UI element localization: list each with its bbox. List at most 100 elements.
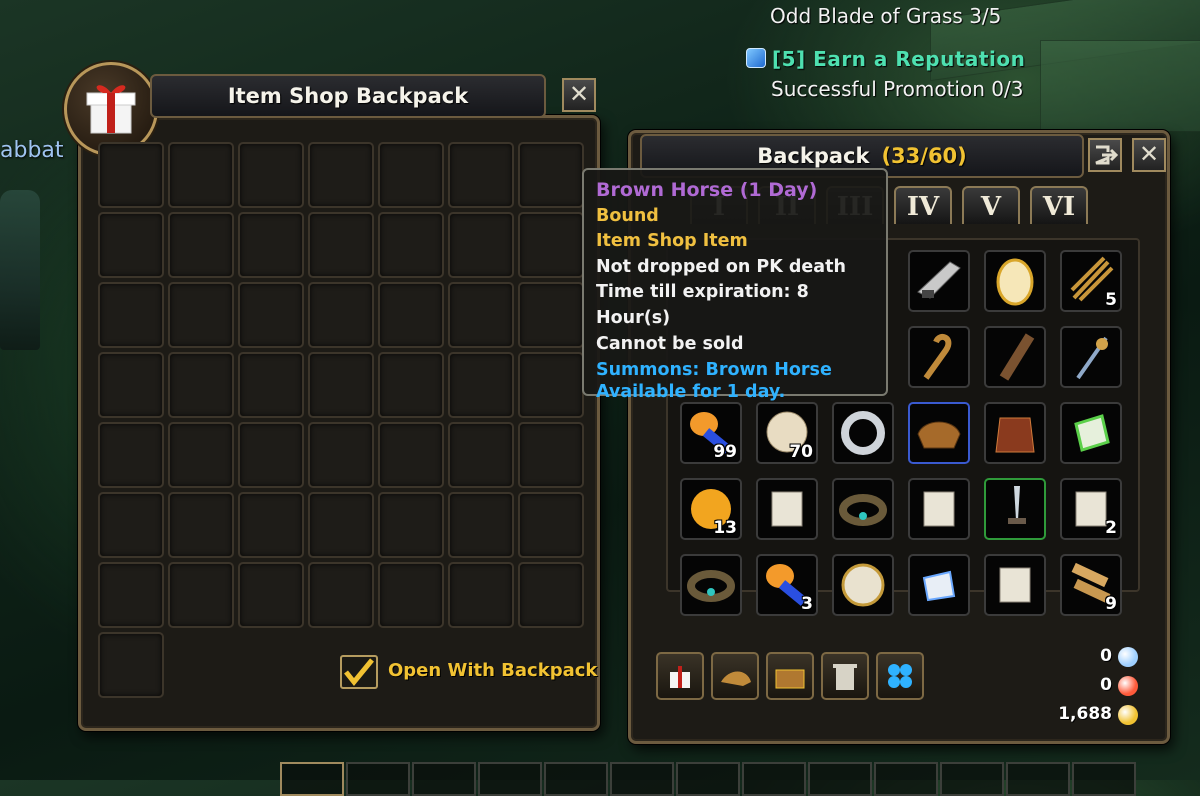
inventory-slot[interactable]: [238, 282, 304, 348]
character-name[interactable]: abbat: [0, 138, 64, 163]
inventory-slot[interactable]: [238, 492, 304, 558]
inventory-slot[interactable]: [308, 492, 374, 558]
inventory-item[interactable]: [984, 478, 1046, 540]
quest-entry[interactable]: [5] Earn a Reputation Successful Promoti…: [746, 47, 1025, 101]
hotbar-slot[interactable]: [346, 762, 410, 796]
inventory-item[interactable]: [908, 326, 970, 388]
inventory-slot[interactable]: [308, 352, 374, 418]
hotbar-slot[interactable]: [676, 762, 740, 796]
inventory-slot[interactable]: [238, 212, 304, 278]
inventory-item[interactable]: [908, 250, 970, 312]
hotbar-slot[interactable]: [280, 762, 344, 796]
hotbar-slot[interactable]: [742, 762, 806, 796]
inventory-slot[interactable]: [378, 352, 444, 418]
inventory-slot[interactable]: [518, 282, 584, 348]
inventory-slot[interactable]: [98, 212, 164, 278]
inventory-item[interactable]: [756, 478, 818, 540]
inventory-slot[interactable]: [98, 142, 164, 208]
inventory-slot[interactable]: [448, 212, 514, 278]
horn-button[interactable]: [711, 652, 759, 700]
inventory-slot[interactable]: [98, 562, 164, 628]
inventory-slot[interactable]: [518, 562, 584, 628]
hotbar-slot[interactable]: [808, 762, 872, 796]
inventory-item[interactable]: [908, 554, 970, 616]
quest-entry[interactable]: Odd Blade of Grass 3/5: [770, 4, 1001, 28]
inventory-slot[interactable]: [518, 142, 584, 208]
inventory-item[interactable]: 70: [756, 402, 818, 464]
inventory-slot[interactable]: [238, 422, 304, 488]
orbs-button[interactable]: [876, 652, 924, 700]
inventory-slot[interactable]: [378, 282, 444, 348]
inventory-slot[interactable]: [448, 422, 514, 488]
inventory-slot[interactable]: [448, 492, 514, 558]
inventory-slot[interactable]: [308, 212, 374, 278]
inventory-slot[interactable]: [168, 422, 234, 488]
inventory-item[interactable]: [984, 326, 1046, 388]
hotbar-slot[interactable]: [544, 762, 608, 796]
inventory-slot[interactable]: [168, 212, 234, 278]
inventory-slot[interactable]: [378, 562, 444, 628]
hotbar-slot[interactable]: [610, 762, 674, 796]
inventory-slot[interactable]: [238, 562, 304, 628]
inventory-item[interactable]: 13: [680, 478, 742, 540]
chest-button[interactable]: [766, 652, 814, 700]
inventory-slot[interactable]: [308, 562, 374, 628]
inventory-item[interactable]: [832, 402, 894, 464]
inventory-slot[interactable]: [448, 562, 514, 628]
inventory-slot[interactable]: [168, 352, 234, 418]
inventory-slot[interactable]: [308, 422, 374, 488]
inventory-item[interactable]: [984, 554, 1046, 616]
inventory-item[interactable]: [832, 478, 894, 540]
inventory-item[interactable]: [908, 478, 970, 540]
inventory-item[interactable]: [908, 402, 970, 464]
inventory-item[interactable]: 9: [1060, 554, 1122, 616]
inventory-slot[interactable]: [378, 142, 444, 208]
export-button[interactable]: [1088, 138, 1122, 172]
inventory-slot[interactable]: [98, 632, 164, 698]
close-button[interactable]: ✕: [562, 78, 596, 112]
inventory-slot[interactable]: [308, 282, 374, 348]
inventory-slot[interactable]: [378, 492, 444, 558]
hotbar-slot[interactable]: [940, 762, 1004, 796]
inventory-slot[interactable]: [518, 352, 584, 418]
inventory-item[interactable]: [1060, 326, 1122, 388]
inventory-slot[interactable]: [168, 142, 234, 208]
inventory-slot[interactable]: [168, 282, 234, 348]
tab-iv[interactable]: IV: [894, 186, 952, 224]
inventory-item[interactable]: [1060, 402, 1122, 464]
gift-button[interactable]: [656, 652, 704, 700]
quest-title[interactable]: [5] Earn a Reputation: [746, 47, 1025, 71]
inventory-item[interactable]: [832, 554, 894, 616]
inventory-slot[interactable]: [448, 352, 514, 418]
inventory-slot[interactable]: [98, 282, 164, 348]
inventory-slot[interactable]: [308, 142, 374, 208]
inventory-slot[interactable]: [448, 282, 514, 348]
inventory-item[interactable]: [680, 554, 742, 616]
hotbar-slot[interactable]: [478, 762, 542, 796]
inventory-slot[interactable]: [518, 212, 584, 278]
inventory-slot[interactable]: [518, 492, 584, 558]
inventory-slot[interactable]: [168, 492, 234, 558]
inventory-item[interactable]: [984, 250, 1046, 312]
trash-button[interactable]: [821, 652, 869, 700]
inventory-item[interactable]: 2: [1060, 478, 1122, 540]
close-button[interactable]: ✕: [1132, 138, 1166, 172]
inventory-slot[interactable]: [378, 422, 444, 488]
item-shop-title-bar[interactable]: Item Shop Backpack: [150, 74, 546, 118]
inventory-item[interactable]: 3: [756, 554, 818, 616]
inventory-slot[interactable]: [98, 492, 164, 558]
tab-vi[interactable]: VI: [1030, 186, 1088, 224]
inventory-slot[interactable]: [98, 352, 164, 418]
hotbar-slot[interactable]: [874, 762, 938, 796]
inventory-slot[interactable]: [378, 212, 444, 278]
inventory-slot[interactable]: [448, 142, 514, 208]
inventory-item[interactable]: 5: [1060, 250, 1122, 312]
open-with-backpack-checkbox[interactable]: [340, 655, 378, 689]
hotbar-slot[interactable]: [412, 762, 476, 796]
inventory-slot[interactable]: [238, 352, 304, 418]
hotbar-slot[interactable]: [1072, 762, 1136, 796]
inventory-slot[interactable]: [238, 142, 304, 208]
character-figure[interactable]: [0, 190, 40, 350]
hotbar-slot[interactable]: [1006, 762, 1070, 796]
inventory-item[interactable]: [984, 402, 1046, 464]
